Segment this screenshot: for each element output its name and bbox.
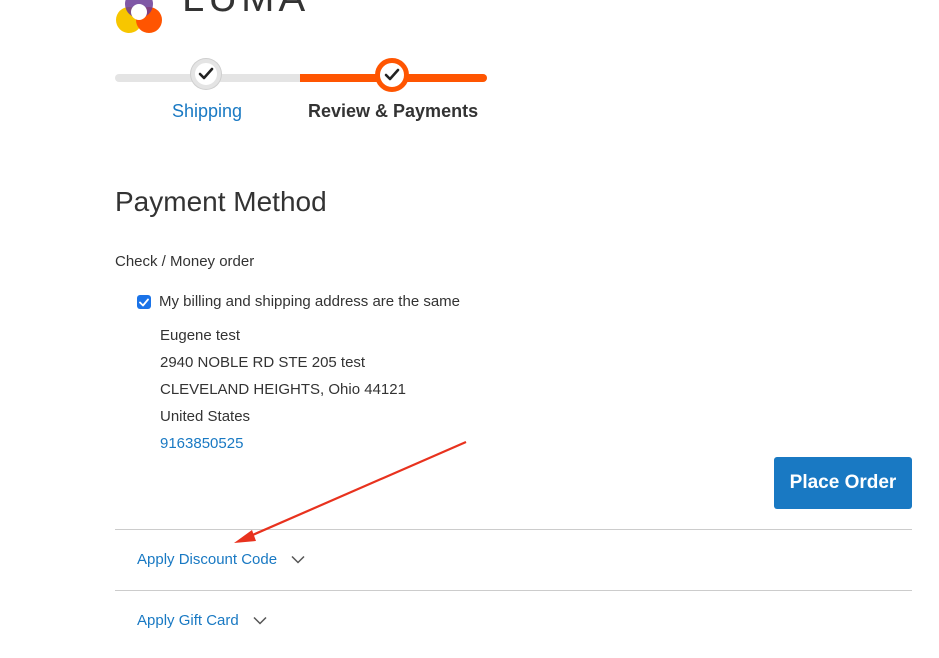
address-country: United States <box>160 408 251 425</box>
address-city: CLEVELAND HEIGHTS, Ohio 44121 <box>160 381 406 398</box>
apply-discount-toggle[interactable]: Apply Discount Code <box>137 551 305 568</box>
brand-name: LUMA <box>182 0 309 21</box>
same-address-checkbox[interactable] <box>137 295 151 309</box>
luma-logo-icon <box>116 0 162 33</box>
check-icon <box>198 67 214 80</box>
address-name: Eugene test <box>160 327 241 344</box>
step-review-label: Review & Payments <box>308 101 479 121</box>
page-title: Payment Method <box>115 186 327 217</box>
chevron-down-icon <box>291 555 305 564</box>
same-address-label[interactable]: My billing and shipping address are the … <box>159 293 460 310</box>
step-review-marker <box>375 58 409 92</box>
apply-gift-card-toggle[interactable]: Apply Gift Card <box>137 612 267 629</box>
address-street: 2940 NOBLE RD STE 205 test <box>160 354 366 371</box>
apply-discount-label: Apply Discount Code <box>137 551 278 568</box>
step-shipping-link[interactable]: Shipping <box>172 101 242 122</box>
chevron-down-icon <box>253 616 267 625</box>
apply-gift-card-label: Apply Gift Card <box>137 612 239 629</box>
divider <box>115 529 912 530</box>
payment-method-name[interactable]: Check / Money order <box>115 253 254 270</box>
checkbox-checked-icon <box>139 298 149 306</box>
check-icon <box>384 68 400 81</box>
step-shipping-marker <box>191 59 221 89</box>
divider <box>115 590 912 591</box>
address-phone-link[interactable]: 9163850525 <box>160 435 243 452</box>
place-order-button[interactable]: Place Order <box>774 457 912 509</box>
